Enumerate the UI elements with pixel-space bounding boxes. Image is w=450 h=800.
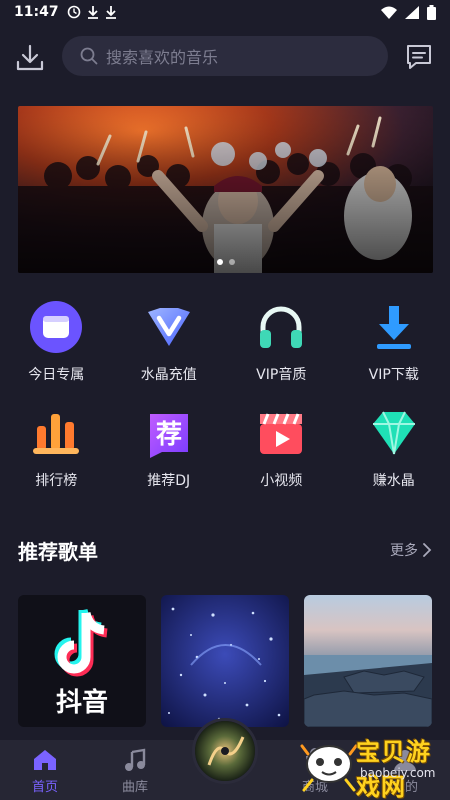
banner-dj-party-image xyxy=(18,106,433,273)
more-button[interactable]: 更多 xyxy=(390,540,432,560)
search-input[interactable]: 搜索喜欢的音乐 xyxy=(62,36,388,76)
feature-grid: 今日专属 水晶充值 VIP音质 VIP下载 排行榜 荐 推荐DJ 小视频 赚水晶 xyxy=(0,300,450,512)
recommended-playlists-header: 推荐歌单 更多 xyxy=(18,532,432,568)
top-bar: 搜索喜欢的音乐 xyxy=(0,34,450,80)
grid-item-vip-quality[interactable]: VIP音质 xyxy=(225,300,338,406)
tab-label: 首页 xyxy=(31,780,58,795)
grid-item-label: 小视频 xyxy=(260,473,303,489)
tab-label: 曲库 xyxy=(121,780,148,795)
grid-item-label: 水晶充值 xyxy=(140,367,197,383)
playlist-cover-night-sky xyxy=(161,595,289,727)
grid-item-charts[interactable]: 排行榜 xyxy=(0,406,113,512)
grid-item-short-video[interactable]: 小视频 xyxy=(225,406,338,512)
search-icon xyxy=(80,47,98,65)
search-placeholder: 搜索喜欢的音乐 xyxy=(106,48,219,67)
playlist-card[interactable]: 抖音 xyxy=(18,595,146,727)
feature-row: 今日专属 水晶充值 VIP音质 VIP下载 xyxy=(0,300,450,406)
chevron-right-icon xyxy=(423,543,432,557)
crystal-v-icon xyxy=(142,300,196,354)
battery-icon xyxy=(427,4,436,20)
disc-icon xyxy=(195,721,255,781)
status-bar: 11:47 xyxy=(0,0,450,24)
playlist-cover-seascape xyxy=(304,595,432,727)
playlist-brand: 抖音 xyxy=(55,688,108,718)
grid-item-vip-download[interactable]: VIP下载 xyxy=(338,300,450,406)
message-icon xyxy=(407,45,431,69)
chart-bars-icon xyxy=(29,406,83,460)
playlist-card[interactable] xyxy=(304,595,432,727)
now-playing-disc[interactable] xyxy=(192,718,258,784)
site-watermark: 宝贝游戏网 baobeiy.com xyxy=(300,730,450,800)
status-time: 11:47 xyxy=(14,4,59,20)
banner-dot[interactable] xyxy=(216,259,223,265)
grid-item-label: 赚水晶 xyxy=(372,473,415,489)
section-title: 推荐歌单 xyxy=(18,539,98,564)
recommend-badge-text: 荐 xyxy=(155,420,182,450)
grid-item-label: 推荐DJ xyxy=(147,473,191,489)
tab-home[interactable]: 首页 xyxy=(0,740,90,800)
tab-library[interactable]: 曲库 xyxy=(90,740,180,800)
grid-item-label: 排行榜 xyxy=(35,473,78,489)
grid-item-label: 今日专属 xyxy=(28,367,85,383)
feature-row: 排行榜 荐 推荐DJ 小视频 赚水晶 xyxy=(0,406,450,512)
gamepad-mascot-icon xyxy=(300,744,358,792)
watermark-url: baobeiy.com xyxy=(360,766,436,780)
download-status-icon xyxy=(87,6,98,19)
download-manager-button[interactable] xyxy=(14,42,46,74)
promo-banner[interactable] xyxy=(18,106,433,273)
grid-item-today-exclusive[interactable]: 今日专属 xyxy=(0,300,113,406)
grid-item-label: VIP音质 xyxy=(256,367,307,383)
headphones-icon xyxy=(254,300,308,354)
download-icon xyxy=(367,300,421,354)
grid-item-earn-crystal[interactable]: 赚水晶 xyxy=(338,406,450,512)
grid-item-crystal-topup[interactable]: 水晶充值 xyxy=(113,300,226,406)
playlist-card[interactable] xyxy=(161,595,289,727)
wifi-icon xyxy=(381,6,397,19)
video-clapper-icon xyxy=(254,406,308,460)
signal-icon xyxy=(405,5,419,19)
grid-item-label: VIP下载 xyxy=(368,367,419,383)
calendar-card-icon xyxy=(29,300,83,354)
grid-item-recommend-dj[interactable]: 荐 推荐DJ xyxy=(113,406,226,512)
recommend-badge-icon: 荐 xyxy=(142,406,196,460)
messages-button[interactable] xyxy=(404,42,434,72)
sync-status-icon xyxy=(67,5,80,19)
home-icon xyxy=(34,750,56,770)
banner-pager xyxy=(18,259,433,265)
download-tray-icon xyxy=(16,44,44,71)
playlist-list: 抖音 xyxy=(18,595,432,727)
download-status-icon-2 xyxy=(105,6,116,19)
banner-dot[interactable] xyxy=(228,259,235,265)
diamond-icon xyxy=(367,406,421,460)
more-label: 更多 xyxy=(390,543,418,559)
music-note-icon xyxy=(125,748,146,771)
